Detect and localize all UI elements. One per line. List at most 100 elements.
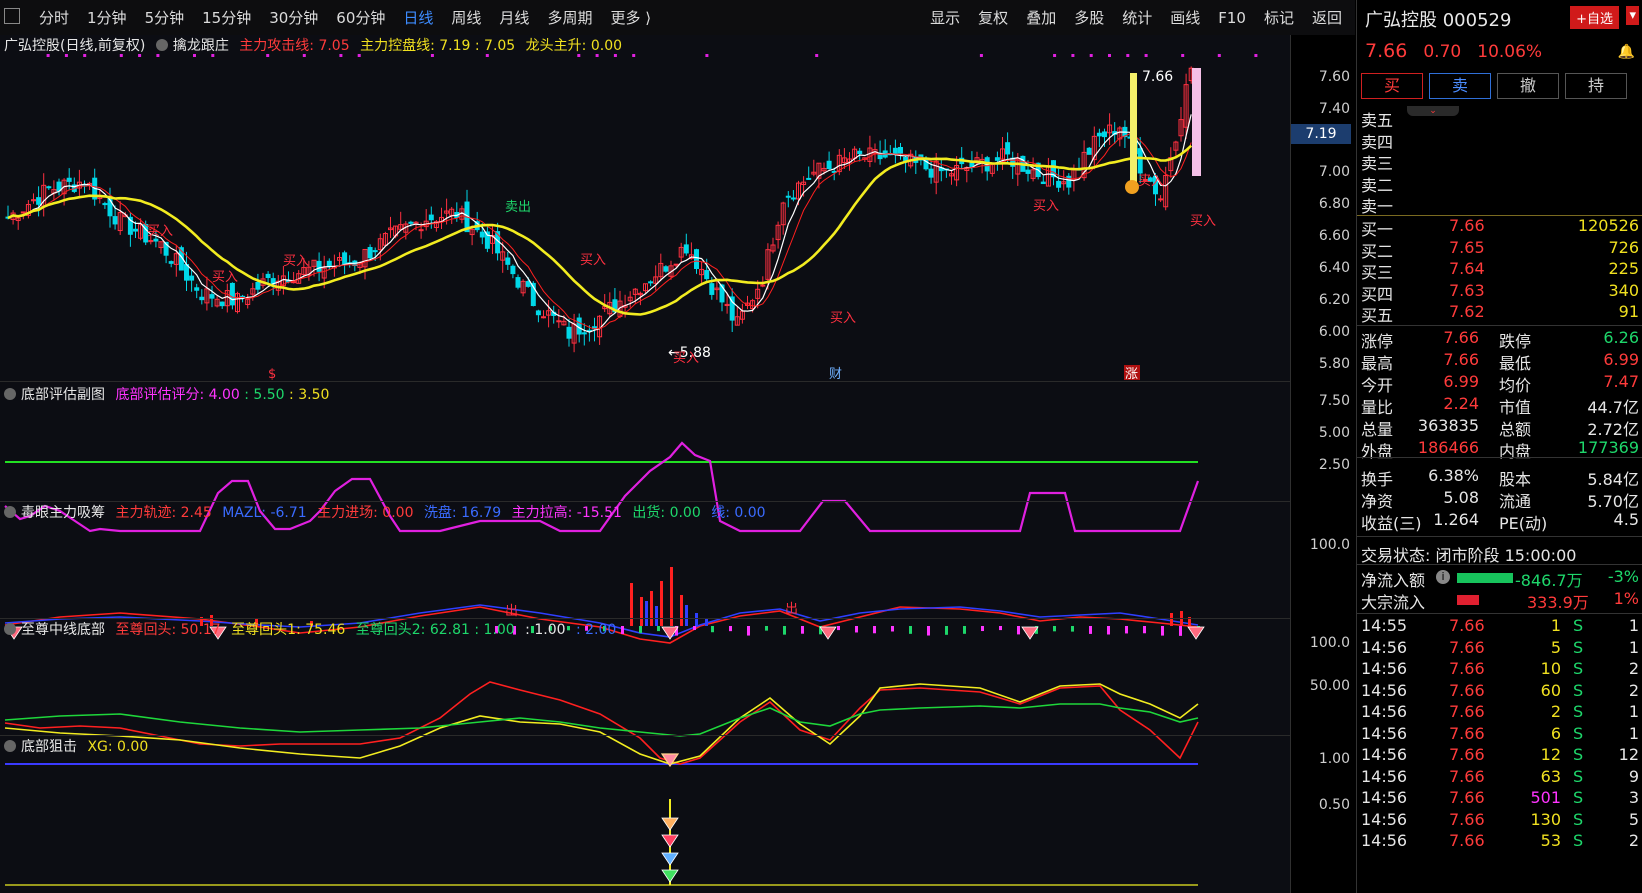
bid-row[interactable]: 买四 7.63 340 bbox=[1357, 280, 1642, 304]
stat-value: 44.7亿 bbox=[1587, 398, 1639, 417]
out-label: 出 bbox=[505, 604, 518, 619]
stat-label: 总额 bbox=[1499, 420, 1532, 439]
tab-period[interactable]: 60分钟 bbox=[327, 7, 394, 28]
bid-row[interactable]: 买一 7.66 120526 bbox=[1357, 216, 1642, 239]
signal-dot bbox=[979, 54, 983, 57]
signal-dot bbox=[1181, 54, 1185, 57]
signal-dot bbox=[1144, 54, 1148, 57]
tick-volume: 10 bbox=[1540, 659, 1561, 678]
tab-more[interactable]: 更多 ⟩ bbox=[601, 7, 660, 28]
tab-period[interactable]: 15分钟 bbox=[193, 7, 260, 28]
tick-side: S bbox=[1573, 809, 1584, 829]
tool-button[interactable]: 显示 bbox=[921, 7, 969, 28]
tick-row: 14:56 7.66 501 S 3 bbox=[1357, 788, 1642, 809]
out-label: 出 bbox=[785, 602, 798, 617]
block-inflow-value: 333.9万 bbox=[1527, 593, 1589, 612]
candle-body bbox=[648, 281, 654, 284]
bottom-score-chart[interactable] bbox=[0, 381, 1290, 533]
tick-row: 14:56 7.66 63 S 9 bbox=[1357, 767, 1642, 788]
signal-dot bbox=[705, 54, 709, 57]
candle-body bbox=[1102, 131, 1107, 138]
signal-dot bbox=[577, 54, 581, 57]
ask-row: 卖五 bbox=[1357, 107, 1642, 130]
kline-chart-area[interactable]: 广弘控股(日线,前复权) 擒龙跟庄 主力攻击线: 7.05 主力控盘线: 7.1… bbox=[0, 35, 1355, 893]
stat-label: 收益(三) bbox=[1361, 514, 1422, 533]
tool-button[interactable]: 统计 bbox=[1113, 7, 1161, 28]
candle-body bbox=[535, 310, 541, 316]
stat-value: 2.72亿 bbox=[1587, 420, 1639, 439]
info-icon[interactable]: i bbox=[1436, 570, 1450, 584]
candle-body bbox=[1025, 169, 1031, 174]
stat-label: 涨停 bbox=[1361, 332, 1394, 351]
candle-body bbox=[663, 266, 669, 272]
bid-row[interactable]: 买二 7.65 726 bbox=[1357, 238, 1642, 261]
accumulation-chart[interactable]: 出出 bbox=[0, 501, 1290, 644]
buy-button[interactable]: 买 bbox=[1361, 73, 1423, 99]
bottom-snipe-chart[interactable] bbox=[0, 735, 1290, 893]
tick-time: 14:56 bbox=[1361, 702, 1408, 721]
trade-status: 交易状态: 闭市阶段 15:00:00 bbox=[1357, 542, 1642, 565]
signal-dot bbox=[357, 54, 361, 57]
candle-body bbox=[1040, 181, 1046, 185]
tab-period-daily[interactable]: 日线 bbox=[394, 7, 442, 28]
sell-button[interactable]: 卖 bbox=[1429, 73, 1491, 99]
candle-body bbox=[857, 150, 863, 155]
signal-dot bbox=[1126, 54, 1130, 57]
tab-period[interactable]: 30分钟 bbox=[260, 7, 327, 28]
y-tick: 6.80 bbox=[1318, 196, 1350, 212]
tab-period[interactable]: 5分钟 bbox=[136, 7, 194, 28]
candle-body bbox=[265, 273, 271, 278]
bell-icon[interactable]: 🔔 bbox=[1618, 44, 1635, 60]
cancel-order-button[interactable]: 撤 bbox=[1497, 73, 1559, 99]
price-line: 7.66 0.70 10.06% bbox=[1365, 40, 1552, 62]
y-tick: 5.00 bbox=[1318, 425, 1350, 441]
candle-body bbox=[785, 195, 791, 198]
tick-price: 7.66 bbox=[1449, 702, 1485, 721]
tick-row: 14:56 7.66 6 S 1 bbox=[1357, 724, 1642, 745]
stat-label: 内盘 bbox=[1499, 442, 1532, 461]
candle-body bbox=[928, 168, 934, 178]
tab-period[interactable]: 月线 bbox=[490, 7, 538, 28]
tool-button[interactable]: 标记 bbox=[1255, 7, 1303, 28]
stat-value: 7.47 bbox=[1603, 372, 1639, 391]
stat-row: 外盘 186466 内盘 177369 bbox=[1357, 438, 1642, 461]
y-tick: 6.00 bbox=[1318, 324, 1350, 340]
chart-toolbar: 分时 1分钟 5分钟 15分钟 30分钟 60分钟 日线 周线 月线 多周期 更… bbox=[0, 0, 1355, 36]
bid-price: 7.62 bbox=[1449, 302, 1485, 321]
tick-volume: 6 bbox=[1550, 723, 1561, 743]
tool-button[interactable]: 画线 bbox=[1161, 7, 1209, 28]
tick-volume: 2 bbox=[1550, 702, 1561, 721]
tick-side: S bbox=[1573, 659, 1584, 678]
bid-row[interactable]: 买三 7.64 225 bbox=[1357, 259, 1642, 282]
tab-period[interactable]: 周线 bbox=[442, 7, 490, 28]
holdings-button[interactable]: 持 bbox=[1565, 73, 1627, 99]
ask-row: 卖二 bbox=[1357, 172, 1642, 195]
signal-dot bbox=[632, 54, 636, 57]
candle-body bbox=[36, 197, 42, 205]
candlestick-chart[interactable]: 7.66←5.88买入买入买入卖出买入买入买入买入买入买入$ 财涨 bbox=[0, 35, 1290, 382]
stat-row: 净资 5.08 流通 5.70亿 bbox=[1357, 488, 1642, 511]
tick-count: 1 bbox=[1628, 723, 1639, 743]
stat-value: 6.26 bbox=[1603, 328, 1639, 347]
tool-button[interactable]: 叠加 bbox=[1017, 7, 1065, 28]
tab-period[interactable]: 多周期 bbox=[538, 7, 601, 28]
candle-body bbox=[153, 238, 159, 242]
tool-button[interactable]: 多股 bbox=[1065, 7, 1113, 28]
tool-button[interactable]: 复权 bbox=[969, 7, 1017, 28]
menu-icon[interactable] bbox=[4, 8, 20, 24]
tool-button[interactable]: F10 bbox=[1209, 9, 1255, 27]
tool-button[interactable]: 返回 bbox=[1303, 7, 1351, 28]
bid-row[interactable]: 买五 7.62 91 bbox=[1357, 302, 1642, 325]
tick-time: 14:55 bbox=[1361, 616, 1408, 635]
supreme-bottom-chart[interactable] bbox=[0, 618, 1290, 768]
trade-signal: 买入 bbox=[283, 254, 309, 269]
favorite-dropdown-icon[interactable]: ▾ bbox=[1626, 6, 1639, 25]
stat-label: 均价 bbox=[1499, 376, 1532, 395]
add-favorite-button[interactable]: +自选 bbox=[1570, 6, 1619, 29]
tab-period[interactable]: 分时 bbox=[30, 7, 78, 28]
candle-body bbox=[367, 247, 373, 259]
tab-period[interactable]: 1分钟 bbox=[78, 7, 136, 28]
tick-time: 14:56 bbox=[1361, 788, 1408, 807]
bid-price: 7.63 bbox=[1449, 280, 1485, 300]
stat-label: 量比 bbox=[1361, 398, 1394, 417]
